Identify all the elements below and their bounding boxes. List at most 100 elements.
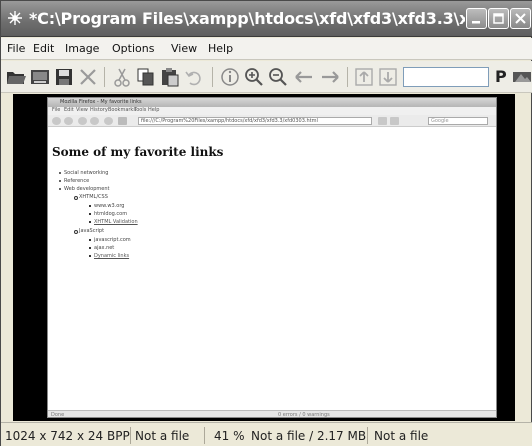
embedded-list-item: htmldog.com xyxy=(88,211,128,217)
embedded-url-bar: file:///C:/Program%20Files/xampp/htdocs/… xyxy=(138,117,372,125)
arrow-left-icon xyxy=(295,71,312,83)
embedded-heading: Some of my favorite links xyxy=(52,145,224,159)
embedded-list-item: ajax.net xyxy=(88,245,115,251)
embedded-title-bar: Mozilla Firefox - My favorite links xyxy=(48,98,496,114)
zoom-in-button[interactable] xyxy=(243,66,265,88)
previous-button[interactable] xyxy=(293,66,315,88)
next-button[interactable] xyxy=(319,66,341,88)
toolbar-separator xyxy=(104,67,105,87)
embedded-menu-item: File xyxy=(52,107,61,113)
embedded-status-right: 0 errors / 0 warnings xyxy=(278,412,330,418)
copy-button[interactable] xyxy=(135,66,157,88)
page-icon xyxy=(118,117,127,125)
menu-options[interactable]: Options xyxy=(112,42,154,55)
paint-label[interactable]: P xyxy=(495,67,509,89)
embedded-status-bar: Done 0 errors / 0 warnings xyxy=(48,410,496,418)
embedded-list-item: Dynamic links xyxy=(88,253,130,259)
close-icon xyxy=(515,13,526,24)
embedded-list-item: Social networking xyxy=(58,170,109,176)
toolbar-separator xyxy=(212,67,213,87)
embedded-page-content: Some of my favorite links Social network… xyxy=(48,128,496,410)
status-separator xyxy=(204,427,205,444)
toolbar-separator xyxy=(347,67,348,87)
save-disk-icon xyxy=(56,69,72,85)
status-dimensions: 1024 x 742 x 24 BPP xyxy=(5,429,130,443)
app-icon xyxy=(7,10,23,26)
delete-button[interactable] xyxy=(77,66,99,88)
embedded-menu-item: Edit xyxy=(64,107,74,113)
zoom-in-icon xyxy=(245,68,263,86)
embedded-title: Mozilla Firefox - My favorite links xyxy=(60,99,142,105)
embedded-menu-item: History xyxy=(90,107,108,113)
displayed-image-browser-screenshot: Mozilla Firefox - My favorite links File… xyxy=(47,97,497,418)
arrow-right-icon xyxy=(322,71,339,83)
embedded-window-buttons xyxy=(469,99,495,114)
maximize-icon xyxy=(493,13,504,24)
info-button[interactable] xyxy=(219,66,241,88)
embedded-menu-item: Help xyxy=(148,107,160,113)
reload-icon xyxy=(78,117,87,125)
embedded-list-item: JavaScript xyxy=(73,228,105,234)
go-icon xyxy=(378,117,387,125)
status-bar: 1024 x 742 x 24 BPP Not a file 41 % Not … xyxy=(1,422,532,446)
paste-button[interactable] xyxy=(159,66,181,88)
save-button[interactable] xyxy=(53,66,75,88)
embedded-list-item: Reference xyxy=(58,178,90,184)
arrow-down-box-icon xyxy=(379,68,397,86)
open-button[interactable] xyxy=(5,66,27,88)
minimize-button[interactable] xyxy=(466,8,487,29)
status-separator xyxy=(367,427,368,444)
embedded-menu-item: Bookmarks xyxy=(108,107,136,113)
menu-file[interactable]: File xyxy=(7,42,25,55)
status-separator xyxy=(130,427,131,444)
embedded-status-left: Done xyxy=(51,412,65,418)
zoom-out-icon xyxy=(269,68,287,86)
menu-image[interactable]: Image xyxy=(65,42,99,55)
scissors-icon xyxy=(114,68,130,87)
embedded-list-item: XHTML Validation xyxy=(89,219,138,225)
slideshow-icon xyxy=(31,70,49,84)
menu-help[interactable]: Help xyxy=(208,42,233,55)
effects-button[interactable] xyxy=(511,66,532,88)
info-icon xyxy=(221,68,239,86)
arrow-up-box-icon xyxy=(355,68,373,86)
stop-icon xyxy=(90,117,99,125)
cut-button[interactable] xyxy=(111,66,133,88)
maximize-button[interactable] xyxy=(488,8,509,29)
embedded-list-item: Web development xyxy=(58,186,110,192)
embedded-list-item: www.w3.org xyxy=(88,203,125,209)
slideshow-button[interactable] xyxy=(29,66,51,88)
title-bar[interactable]: *C:\Program Files\xampp\htdocs\xfd\xfd3\… xyxy=(1,1,532,37)
first-page-button[interactable] xyxy=(353,66,375,88)
last-page-button[interactable] xyxy=(377,66,399,88)
menu-edit[interactable]: Edit xyxy=(33,42,54,55)
menu-bar: File Edit Image Options View Help xyxy=(1,38,532,60)
close-button[interactable] xyxy=(510,8,531,29)
toolbar: P xyxy=(1,61,532,93)
paste-clipboard-icon xyxy=(162,68,179,87)
open-folder-icon xyxy=(7,72,26,84)
embedded-search-box: Google xyxy=(428,117,488,125)
image-viewer-window: *C:\Program Files\xampp\htdocs\xfd\xfd3\… xyxy=(0,0,532,446)
copy-icon xyxy=(137,68,154,86)
status-file-extra: Not a file xyxy=(374,429,429,443)
zoom-out-button[interactable] xyxy=(267,66,289,88)
embedded-list-item: javascript.com xyxy=(89,237,131,243)
forward-icon xyxy=(64,117,73,125)
feed-icon xyxy=(390,117,399,125)
menu-view[interactable]: View xyxy=(171,42,197,55)
home-icon xyxy=(104,117,113,125)
undo-button[interactable] xyxy=(183,66,205,88)
status-file-size: Not a file / 2.17 MB xyxy=(251,429,367,443)
minimize-icon xyxy=(472,21,480,24)
undo-arrow-icon xyxy=(185,71,201,86)
status-file: Not a file xyxy=(135,429,190,443)
delete-x-icon xyxy=(80,69,96,85)
embedded-menu-item: Tools xyxy=(134,107,147,113)
back-icon xyxy=(52,117,61,125)
embedded-menu-bar: File Edit View History Bookmarks Tools H… xyxy=(48,107,496,115)
page-input[interactable] xyxy=(403,67,489,87)
effects-icon xyxy=(513,72,531,82)
embedded-list-item: XHTML/CSS xyxy=(74,194,108,200)
embedded-menu-item: View xyxy=(76,107,88,113)
